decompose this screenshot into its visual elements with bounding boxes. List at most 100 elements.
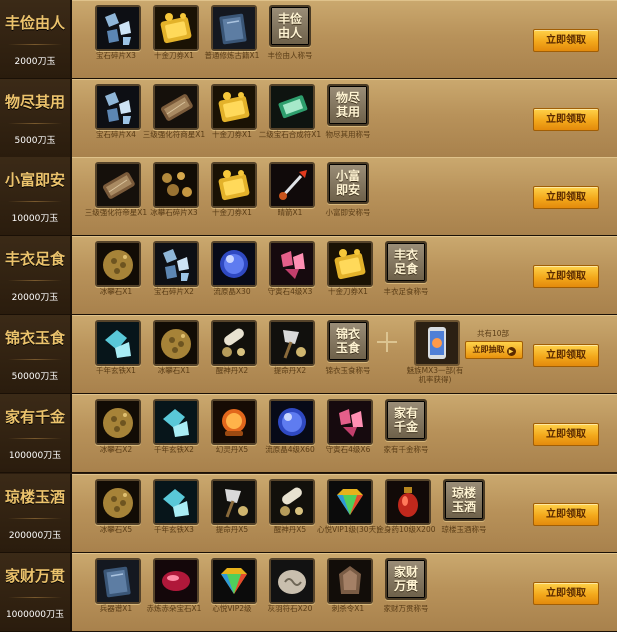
divider <box>8 438 62 439</box>
claim-button[interactable]: 立即领取 <box>533 344 599 367</box>
reward-row: 物尽其用 5000刀玉 宝石碎片X4 三级强化符商星X1 十金刀券X1 二级宝石合成符X1… <box>0 79 617 158</box>
pill-icon[interactable] <box>269 479 315 525</box>
claim-button[interactable]: 立即领取 <box>533 29 599 52</box>
divider <box>8 201 62 202</box>
claim-button[interactable]: 立即领取 <box>533 265 599 288</box>
title-icon[interactable]: 小富即安 <box>327 162 369 204</box>
tier-label: 丰俭由人 2000刀玉 <box>0 0 72 78</box>
tier-label: 物尽其用 5000刀玉 <box>0 79 72 157</box>
claim-button[interactable]: 立即领取 <box>533 108 599 131</box>
reward-row: 小富即安 10000刀玉 三级强化符帝星X1 冰攀石碎片X3 十金刀券X1 晴箭X1 小富即… <box>0 157 617 236</box>
item-name: 家财万贯称号 <box>383 604 429 613</box>
item-name: 物尽其用称号 <box>325 130 371 139</box>
stone-icon[interactable] <box>269 558 315 604</box>
reward-items: 冰攀石X1 宝石碎片X2 流原晶X30 守寅石4级X3 十金刀券X1 丰衣足食 丰衣足食称号… <box>72 236 617 315</box>
tier-label: 小富即安 10000刀玉 <box>0 157 72 235</box>
gem-shards-icon[interactable] <box>95 84 141 130</box>
scroll-icon[interactable] <box>95 162 141 208</box>
blue-orb-icon[interactable] <box>211 241 257 287</box>
orange-orb-icon[interactable] <box>211 399 257 445</box>
ore-icon[interactable] <box>153 320 199 366</box>
ore-shards-icon[interactable] <box>153 162 199 208</box>
claim-button[interactable]: 立即领取 <box>533 503 599 526</box>
vip-diamond-icon[interactable] <box>327 479 373 525</box>
reward-items: 冰攀石X2 千年玄铁X2 幻灵丹X5 流原晶4级X60 守寅石4级X6 家有千金 家有千金称… <box>72 394 617 473</box>
claim-button[interactable]: 立即领取 <box>533 582 599 605</box>
tier-price: 1000000刀玉 <box>5 610 65 620</box>
tier-label: 家有千金 100000刀玉 <box>0 394 72 472</box>
gold-ticket-icon[interactable] <box>153 5 199 51</box>
title-icon[interactable]: 琼楼玉酒 <box>443 479 485 521</box>
reward-row: 家有千金 100000刀玉 冰攀石X2 千年玄铁X2 幻灵丹X5 流原晶4级X60 守寅石4… <box>0 394 617 473</box>
reward-items: 宝石碎片X4 三级强化符商星X1 十金刀券X1 二级宝石合成符X1 物尽其用 物尽其用称号… <box>72 79 617 158</box>
ore-icon[interactable] <box>95 241 141 287</box>
divider <box>8 123 62 124</box>
divider <box>8 597 62 598</box>
divider <box>8 518 62 519</box>
talisman-icon[interactable] <box>269 84 315 130</box>
tier-label: 家财万贯 1000000刀玉 <box>0 553 72 631</box>
cyan-crystal-icon[interactable] <box>95 320 141 366</box>
reward-row: 琼楼玉酒 200000刀玉 冰攀石X5 千年玄铁X3 提命丹X5 醒神丹X5 心悦VIP1级… <box>0 474 617 553</box>
title-icon[interactable]: 家财万贯 <box>385 558 427 600</box>
reward-items: 兵器谱X1 赤炼赤朵宝石X1 心悦VIP2级 灰羽符石X20 刺杀令X1 家财万贯 家财万贯… <box>72 553 617 632</box>
tier-title: 锦衣玉食 <box>4 329 65 347</box>
claim-button[interactable]: 立即领取 <box>533 423 599 446</box>
divider <box>8 44 62 45</box>
gold-ticket-icon[interactable] <box>327 241 373 287</box>
tier-title: 家财万贯 <box>4 567 65 585</box>
token-icon[interactable] <box>327 558 373 604</box>
title-icon[interactable]: 丰衣足食 <box>385 241 427 283</box>
reward-row: 丰俭由人 2000刀玉 宝石碎片X3 十金刀券X1 普通修炼古籍X1 丰俭由人 丰俭由人称号… <box>0 0 617 79</box>
book-icon[interactable] <box>211 5 257 51</box>
gem-shards-icon[interactable] <box>153 241 199 287</box>
phone-icon[interactable] <box>414 320 460 366</box>
tier-price: 50000刀玉 <box>11 372 59 382</box>
tier-title: 丰俭由人 <box>4 14 65 32</box>
gem-shards-icon[interactable] <box>95 5 141 51</box>
vip-diamond-icon[interactable] <box>211 558 257 604</box>
item-name: 锦衣玉食称号 <box>325 366 371 375</box>
cyan-crystal-icon[interactable] <box>153 399 199 445</box>
pill-icon[interactable] <box>211 320 257 366</box>
ore-icon[interactable] <box>95 479 141 525</box>
gold-ticket-icon[interactable] <box>211 162 257 208</box>
tier-price: 100000刀玉 <box>8 451 62 461</box>
red-gem-icon[interactable] <box>153 558 199 604</box>
reward-row: 家财万贯 1000000刀玉 兵器谱X1 赤炼赤朵宝石X1 心悦VIP2级 灰羽符石X20… <box>0 553 617 632</box>
tier-label: 锦衣玉食 50000刀玉 <box>0 315 72 393</box>
scroll-icon[interactable] <box>153 84 199 130</box>
axe-pill-icon[interactable] <box>211 479 257 525</box>
draw-button[interactable]: 立即抽取 ▶ <box>465 341 523 359</box>
red-vase-icon[interactable] <box>385 479 431 525</box>
ore-icon[interactable] <box>95 399 141 445</box>
title-icon[interactable]: 物尽其用 <box>327 84 369 126</box>
tier-price: 2000刀玉 <box>14 57 56 67</box>
tier-title: 物尽其用 <box>4 93 65 111</box>
play-arrow-icon: ▶ <box>506 347 516 356</box>
title-icon[interactable]: 家有千金 <box>385 399 427 441</box>
item-name: 琼楼玉酒称号 <box>441 525 487 534</box>
claim-button[interactable]: 立即领取 <box>533 186 599 209</box>
title-icon[interactable]: 丰俭由人 <box>269 5 311 47</box>
pink-crystal-icon[interactable] <box>269 241 315 287</box>
divider <box>8 359 62 360</box>
item-name: 小富即安称号 <box>325 208 371 217</box>
plus-icon <box>377 332 397 352</box>
gold-ticket-icon[interactable] <box>211 84 257 130</box>
tier-price: 10000刀玉 <box>11 214 59 224</box>
book-icon[interactable] <box>95 558 141 604</box>
reward-row: 锦衣玉食 50000刀玉 千年玄铁X1 冰攀石X1 醒神丹X2 提命丹X2 锦衣玉食 锦衣玉食… <box>0 315 617 394</box>
blue-orb-icon[interactable] <box>269 399 315 445</box>
arrow-icon[interactable] <box>269 162 315 208</box>
reward-items: 宝石碎片X3 十金刀券X1 普通修炼古籍X1 丰俭由人 丰俭由人称号 立即领取 <box>72 0 617 79</box>
tier-price: 5000刀玉 <box>14 136 56 146</box>
reward-items: 冰攀石X5 千年玄铁X3 提命丹X5 醒神丹X5 心悦VIP1级(30天) 金身药10级X… <box>72 474 617 553</box>
tier-label: 丰衣足食 20000刀玉 <box>0 236 72 314</box>
pink-crystal-icon[interactable] <box>327 399 373 445</box>
axe-pill-icon[interactable] <box>269 320 315 366</box>
item-name: 丰俭由人称号 <box>267 51 313 60</box>
tier-price: 20000刀玉 <box>11 293 59 303</box>
title-icon[interactable]: 锦衣玉食 <box>327 320 369 362</box>
cyan-crystal-icon[interactable] <box>153 479 199 525</box>
